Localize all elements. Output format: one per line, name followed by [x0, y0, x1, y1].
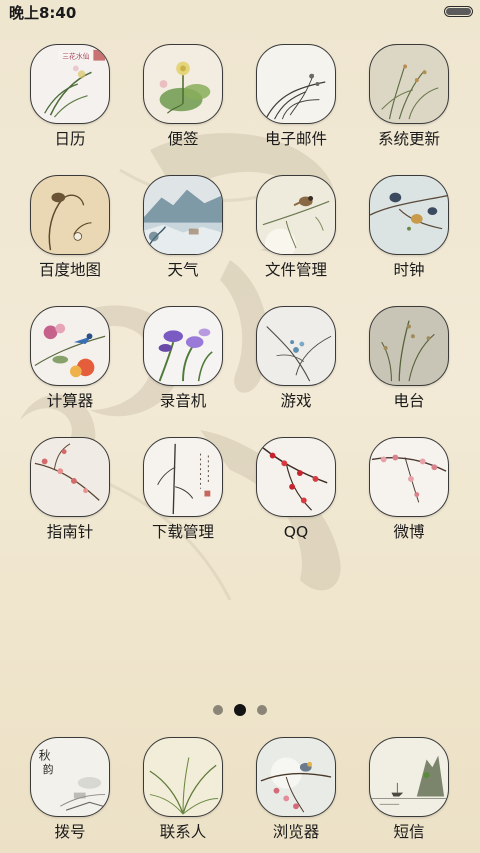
app-label-email: 电子邮件 — [264, 130, 327, 148]
app-label-baidu-map: 百度地图 — [38, 261, 101, 279]
app-label-notes: 便签 — [167, 130, 199, 148]
svg-text:秋: 秋 — [39, 748, 51, 762]
app-baidu-map[interactable]: 百度地图 — [15, 175, 125, 280]
app-row-4: 指南针 下载管理 QQ 微博 — [0, 437, 480, 568]
app-compass[interactable]: 指南针 — [15, 437, 125, 542]
status-time: 晚上8:40 — [9, 4, 77, 22]
app-calendar[interactable]: 三花水仙 日历 — [15, 44, 125, 149]
orchid-game-icon[interactable] — [256, 306, 336, 386]
battery-level-fill — [446, 8, 471, 15]
grass-contacts-icon[interactable] — [143, 737, 223, 817]
app-label-file-manager: 文件管理 — [264, 261, 327, 279]
moon-bird-browser-icon[interactable] — [256, 737, 336, 817]
dock-label-dialer: 拨号 — [54, 823, 86, 841]
app-label-calendar: 日历 — [54, 130, 86, 148]
app-label-weather: 天气 — [167, 261, 199, 279]
page-dot-2[interactable] — [234, 703, 246, 716]
page-indicator[interactable] — [0, 699, 480, 716]
lotus-pod-map-icon[interactable] — [30, 175, 110, 255]
plum-qq-icon[interactable] — [256, 437, 336, 517]
app-label-clock: 时钟 — [393, 261, 425, 279]
app-recorder[interactable]: 录音机 — [128, 306, 238, 411]
dock-app-browser[interactable]: 浏览器 — [241, 737, 351, 842]
dock-app-dialer[interactable]: 秋 韵 拨号 — [15, 737, 125, 842]
landscape-weather-icon[interactable] — [143, 175, 223, 255]
grass-radio-icon[interactable] — [369, 306, 449, 386]
app-system-update[interactable]: 系统更新 — [354, 44, 464, 149]
app-label-download-manager: 下载管理 — [151, 523, 214, 541]
app-label-recorder: 录音机 — [159, 392, 207, 410]
app-radio[interactable]: 电台 — [354, 306, 464, 411]
dock-label-messages: 短信 — [393, 823, 425, 841]
dock-label-browser: 浏览器 — [272, 823, 320, 841]
app-email[interactable]: 电子邮件 — [241, 44, 351, 149]
status-bar: 晚上8:40 — [0, 0, 480, 28]
app-weather[interactable]: 天气 — [128, 175, 238, 280]
app-label-radio: 电台 — [393, 392, 425, 410]
bamboo-download-icon[interactable] — [143, 437, 223, 517]
app-calculator[interactable]: 计算器 — [15, 306, 125, 411]
dock-app-contacts[interactable]: 联系人 — [128, 737, 238, 842]
app-label-qq: QQ — [283, 523, 309, 541]
dock-label-contacts: 联系人 — [159, 823, 207, 841]
iris-recorder-icon[interactable] — [143, 306, 223, 386]
app-row-2: 百度地图 天气 文件管理 时钟 — [0, 175, 480, 306]
app-row-1: 三花水仙 日历 便签 电子邮件 系统更新 — [0, 44, 480, 175]
orchid-email-icon[interactable] — [256, 44, 336, 124]
sparrow-files-icon[interactable] — [256, 175, 336, 255]
grass-update-icon[interactable] — [369, 44, 449, 124]
app-grid: 三花水仙 日历 便签 电子邮件 系统更新 百度地图 天气 文件管理 时钟 计算器… — [0, 44, 480, 568]
app-download-manager[interactable]: 下载管理 — [128, 437, 238, 542]
blossom-compass-icon[interactable] — [30, 437, 110, 517]
calligraphy-phone-icon[interactable]: 秋 韵 — [30, 737, 110, 817]
dock: 秋 韵 拨号 联系人 浏览器 短信 — [0, 737, 480, 847]
app-file-manager[interactable]: 文件管理 — [241, 175, 351, 280]
orchid-calendar-icon[interactable]: 三花水仙 — [30, 44, 110, 124]
battery-icon — [444, 6, 473, 17]
page-dot-3[interactable] — [257, 704, 268, 715]
cherry-weibo-icon[interactable] — [369, 437, 449, 517]
app-row-3: 计算器 录音机 游戏 电台 — [0, 306, 480, 437]
dock-app-messages[interactable]: 短信 — [354, 737, 464, 842]
app-weibo[interactable]: 微博 — [354, 437, 464, 542]
app-qq[interactable]: QQ — [241, 437, 351, 542]
app-label-weibo: 微博 — [393, 523, 425, 541]
birds-clock-icon[interactable] — [369, 175, 449, 255]
app-label-game: 游戏 — [280, 392, 312, 410]
app-notes[interactable]: 便签 — [128, 44, 238, 149]
app-label-calculator: 计算器 — [46, 392, 94, 410]
svg-text:韵: 韵 — [43, 763, 54, 776]
page-dot-1[interactable] — [212, 704, 223, 715]
mountain-message-icon[interactable] — [369, 737, 449, 817]
app-label-system-update: 系统更新 — [377, 130, 440, 148]
bird-flower-calculator-icon[interactable] — [30, 306, 110, 386]
svg-text:三花水仙: 三花水仙 — [62, 52, 89, 61]
lotus-notes-icon[interactable] — [143, 44, 223, 124]
app-label-compass: 指南针 — [46, 523, 94, 541]
app-game[interactable]: 游戏 — [241, 306, 351, 411]
app-clock[interactable]: 时钟 — [354, 175, 464, 280]
